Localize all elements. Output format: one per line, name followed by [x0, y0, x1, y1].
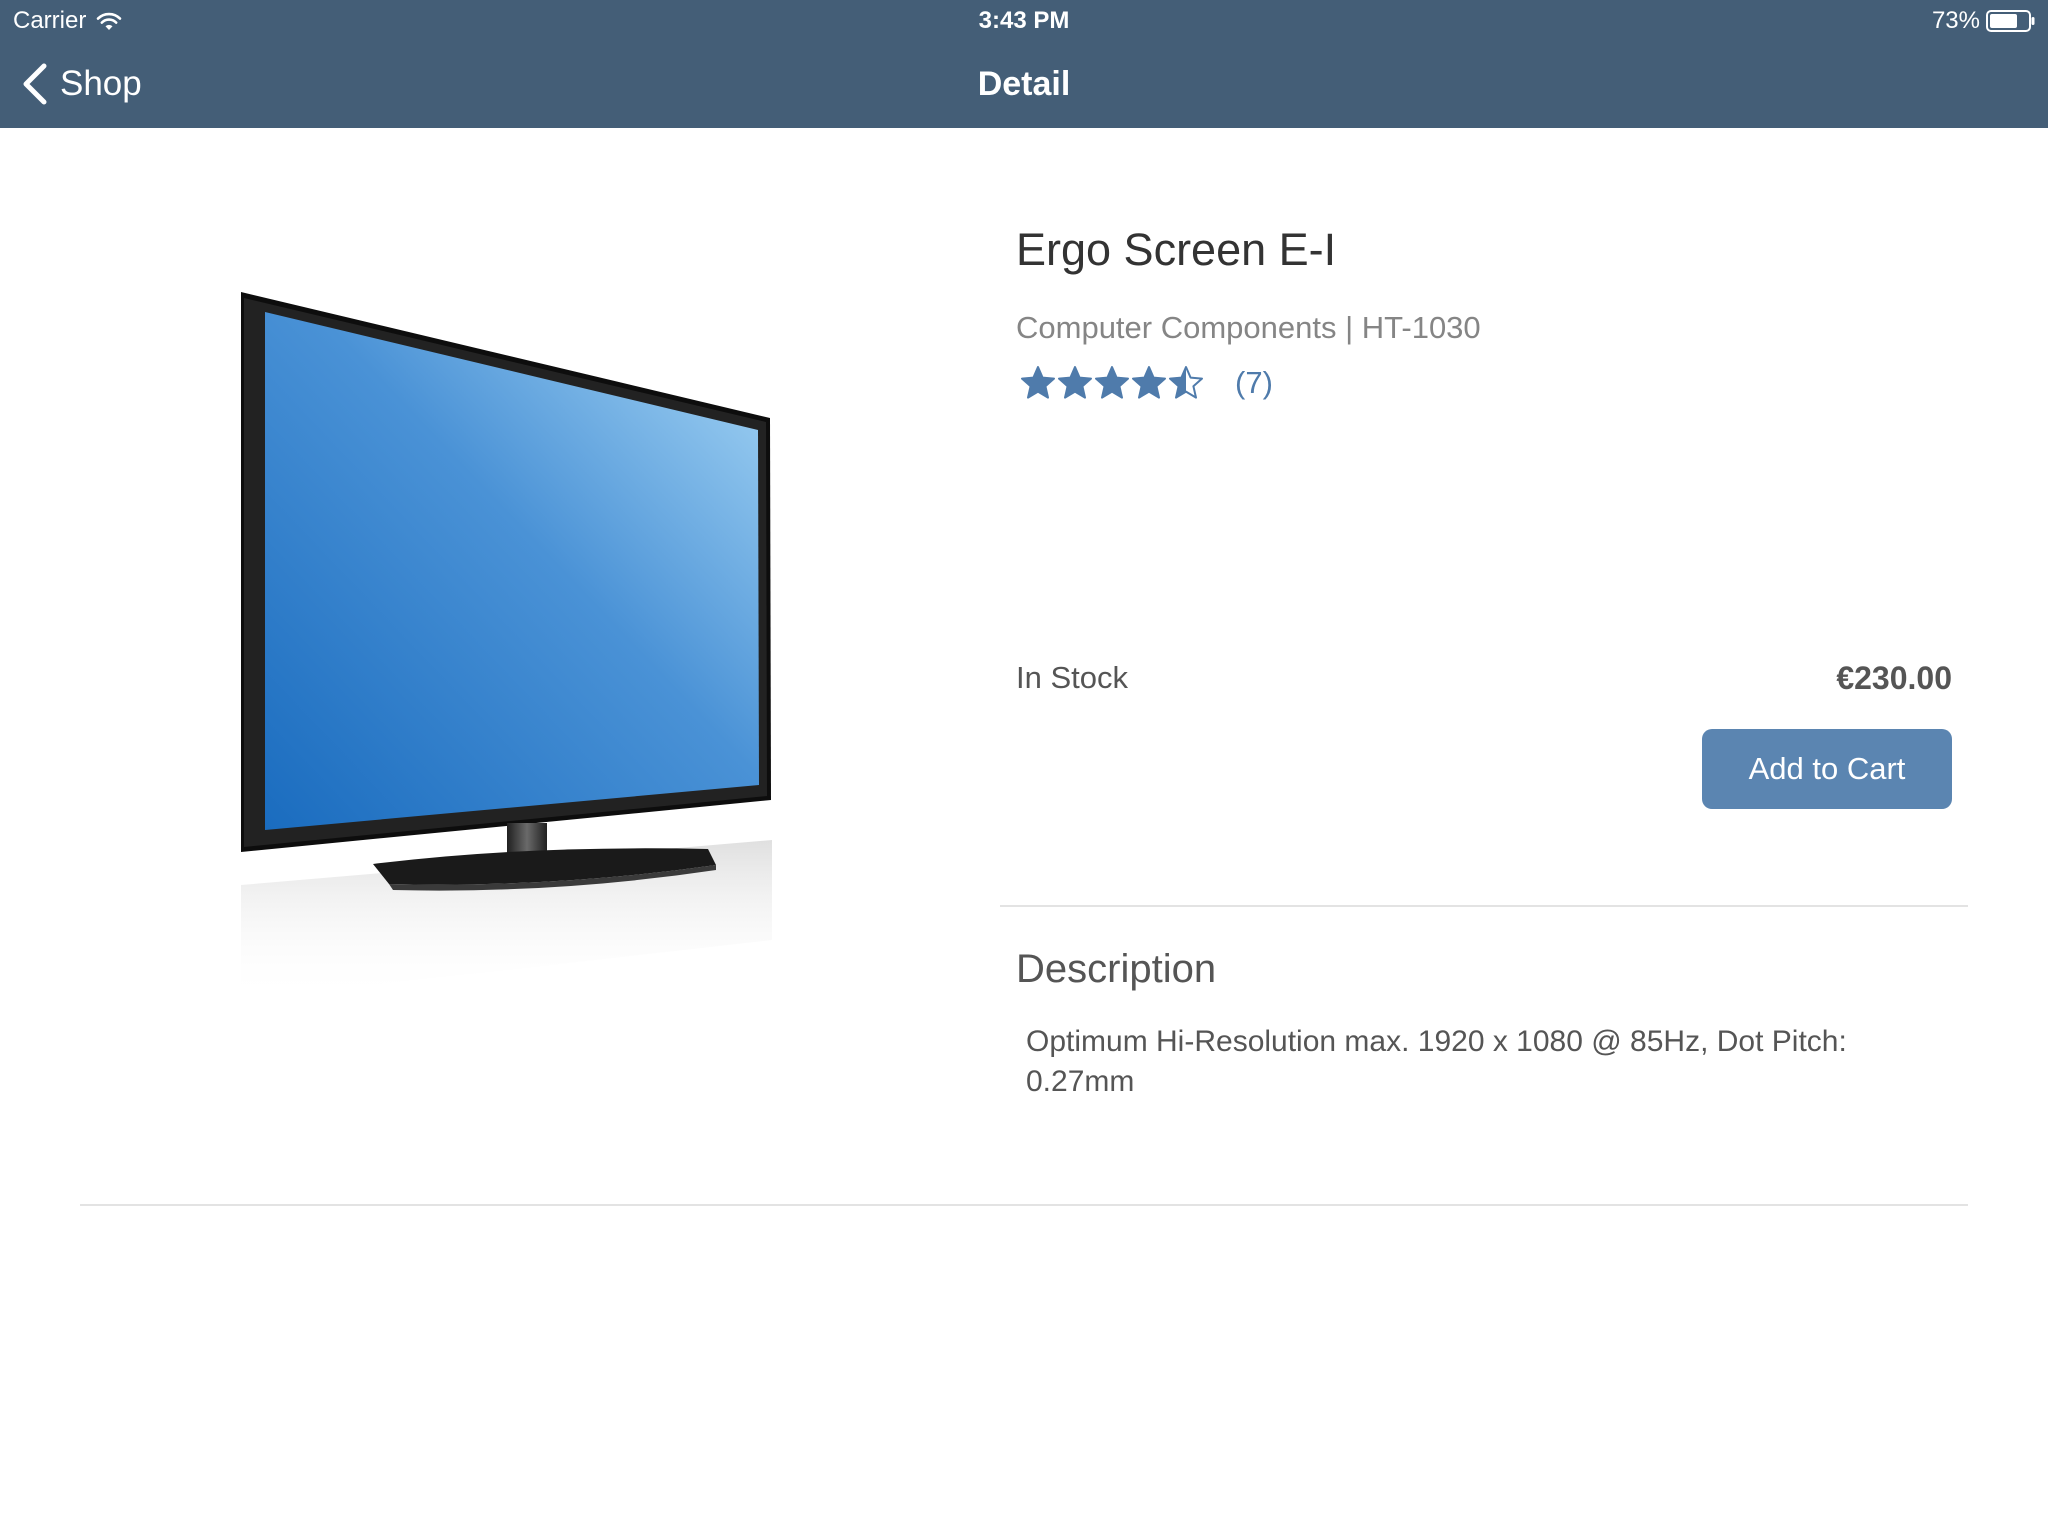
product-subtitle: Computer Components | HT-1030 — [1016, 310, 1481, 345]
divider — [1000, 905, 1968, 907]
status-time: 3:43 PM — [978, 7, 1070, 34]
top-bar: Carrier 3:43 PM 73% Shop Detail — [0, 0, 2048, 128]
stock-status: In Stock — [1016, 660, 1128, 695]
rating-indicator: (7) — [1020, 360, 1273, 406]
star-icon — [1021, 366, 1055, 399]
page-title: Detail — [977, 65, 1071, 103]
battery-percent: 73% — [1931, 7, 1980, 34]
rating-count: (7) — [1235, 365, 1273, 400]
star-icon — [1169, 366, 1203, 399]
product-title: Ergo Screen E-I — [1016, 224, 1337, 275]
description-text: Optimum Hi-Resolution max. 1920 x 1080 @… — [1026, 1025, 1847, 1098]
divider — [80, 1204, 1968, 1206]
monitor-image — [241, 292, 772, 1000]
description-heading: Description — [1016, 947, 1217, 991]
star-rating — [1020, 365, 1205, 401]
add-to-cart-button[interactable]: Add to Cart — [1702, 729, 1952, 809]
star-icon — [1095, 366, 1129, 399]
product-detail-screen: Carrier 3:43 PM 73% Shop Detail Ergo Scr… — [0, 0, 2048, 1536]
status-battery: 73% — [1932, 6, 2036, 36]
star-icon — [1058, 366, 1092, 399]
battery-icon — [1986, 10, 2035, 32]
price-label: €230.00 — [1836, 660, 1952, 696]
star-icon — [1132, 366, 1166, 399]
